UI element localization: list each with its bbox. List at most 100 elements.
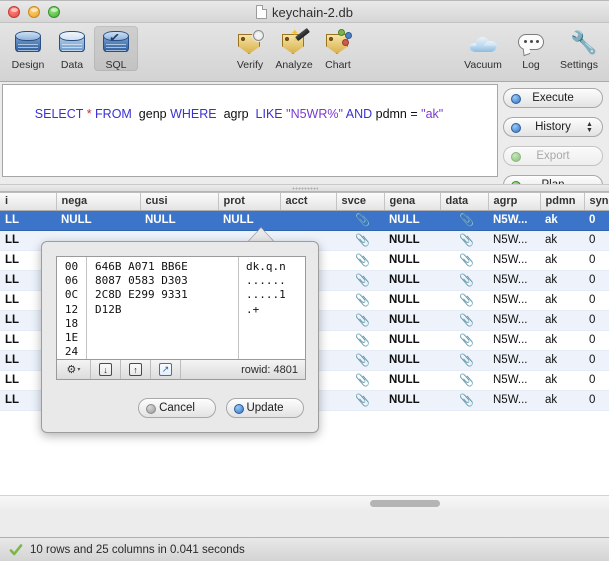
blob-clip-icon[interactable]: 📎	[336, 370, 384, 391]
table-cell[interactable]: ak	[540, 330, 584, 351]
blob-clip-icon[interactable]: 📎	[440, 250, 488, 271]
table-cell[interactable]: 0	[584, 290, 609, 311]
blob-clip-icon[interactable]: 📎	[336, 250, 384, 271]
export-button[interactable]: Export	[503, 146, 603, 166]
toolbar-item-design[interactable]: Design	[6, 26, 50, 71]
column-header-cusi[interactable]: cusi	[140, 193, 219, 211]
table-cell[interactable]: ak	[540, 310, 584, 331]
pane-splitter[interactable]	[0, 184, 609, 192]
table-cell[interactable]: ak	[540, 370, 584, 391]
table-cell[interactable]: N5W...	[488, 270, 540, 291]
table-cell[interactable]: N5W...	[488, 390, 540, 411]
table-cell[interactable]: N5W...	[488, 330, 540, 351]
column-header-pdmn[interactable]: pdmn	[540, 193, 585, 211]
blob-clip-icon[interactable]: 📎	[440, 310, 488, 331]
toolbar-item-log[interactable]: Log	[509, 26, 553, 71]
history-stepper-icon[interactable]: ▲ ▼	[585, 121, 594, 135]
cell-null[interactable]: NULL	[56, 210, 140, 231]
cell-null[interactable]: NULL	[384, 250, 440, 271]
column-header-nega[interactable]: nega	[56, 193, 141, 211]
table-cell[interactable]: ak	[540, 250, 584, 271]
hex-gear-menu-button[interactable]: ⚙ ▾	[57, 360, 91, 379]
blob-clip-icon[interactable]: 📎	[336, 350, 384, 371]
table-cell[interactable]: ak	[540, 270, 584, 291]
table-cell[interactable]: ak	[540, 230, 584, 251]
titlebar[interactable]: keychain-2.db	[0, 1, 609, 23]
blob-clip-icon[interactable]: 📎	[440, 270, 488, 291]
toolbar-item-data[interactable]: Data	[50, 26, 94, 71]
column-header-acct[interactable]: acct	[280, 193, 337, 211]
toolbar-item-chart[interactable]: Chart	[316, 26, 360, 71]
blob-clip-icon[interactable]: 📎	[336, 210, 384, 231]
table-cell[interactable]	[280, 210, 336, 231]
table-cell[interactable]: ak	[540, 350, 584, 371]
history-button[interactable]: History ▲ ▼	[503, 117, 603, 137]
table-cell[interactable]: N5W...	[488, 250, 540, 271]
hex-export-button[interactable]: ↑	[121, 360, 151, 379]
column-header-svce[interactable]: svce	[336, 193, 385, 211]
cell-null[interactable]: NULL	[384, 370, 440, 391]
toolbar-item-sql[interactable]: ✓ SQL	[94, 26, 138, 71]
update-button[interactable]: Update	[226, 398, 304, 418]
horizontal-scrollbar[interactable]	[0, 495, 609, 510]
table-cell[interactable]: 0	[584, 370, 609, 391]
blob-clip-icon[interactable]: 📎	[440, 290, 488, 311]
cell-null[interactable]: NULL	[384, 230, 440, 251]
table-cell[interactable]: ak	[540, 210, 584, 231]
column-header-sync[interactable]: sync	[584, 193, 609, 211]
blob-clip-icon[interactable]: 📎	[336, 230, 384, 251]
toolbar-item-settings[interactable]: 🔧 Settings	[553, 26, 605, 72]
hex-import-button[interactable]: ↓	[91, 360, 121, 379]
cell-null[interactable]: NULL	[218, 210, 280, 231]
blob-clip-icon[interactable]: 📎	[440, 390, 488, 411]
table-cell[interactable]: N5W...	[488, 210, 540, 231]
blob-clip-icon[interactable]: 📎	[336, 270, 384, 291]
blob-clip-icon[interactable]: 📎	[440, 370, 488, 391]
cell-null[interactable]: NULL	[140, 210, 218, 231]
blob-clip-icon[interactable]: 📎	[440, 210, 488, 231]
toolbar-item-verify[interactable]: Verify	[228, 26, 272, 71]
table-cell[interactable]: 0	[584, 310, 609, 331]
table-cell[interactable]: 0	[584, 270, 609, 291]
column-header-data[interactable]: data	[440, 193, 489, 211]
table-cell[interactable]: 0	[584, 230, 609, 251]
table-cell[interactable]: N5W...	[488, 370, 540, 391]
cell-null[interactable]: NULL	[384, 330, 440, 351]
blob-clip-icon[interactable]: 📎	[440, 330, 488, 351]
hex-open-external-button[interactable]: ↗	[151, 360, 181, 379]
blob-clip-icon[interactable]: 📎	[440, 350, 488, 371]
horizontal-scrollbar-thumb[interactable]	[370, 500, 440, 507]
table-row[interactable]: LL NULL NULL NULL 📎 NULL 📎 N5W... ak 0	[0, 210, 609, 231]
cell-null[interactable]: NULL	[384, 310, 440, 331]
table-cell[interactable]: ak	[540, 290, 584, 311]
hex-editor[interactable]: 00 06 0C 12 18 1E 24 646B A071 BB6E 8087…	[56, 256, 306, 360]
cell-null[interactable]: NULL	[384, 210, 440, 231]
column-header-agrp[interactable]: agrp	[488, 193, 541, 211]
table-cell[interactable]: N5W...	[488, 350, 540, 371]
table-cell[interactable]: ak	[540, 390, 584, 411]
table-cell[interactable]: LL	[0, 210, 56, 231]
table-cell[interactable]: N5W...	[488, 310, 540, 331]
table-cell[interactable]: 0	[584, 330, 609, 351]
cell-null[interactable]: NULL	[384, 390, 440, 411]
hex-bytes-column[interactable]: 646B A071 BB6E 8087 0583 D303 2C8D E299 …	[87, 257, 239, 359]
table-cell[interactable]: 0	[584, 250, 609, 271]
table-cell[interactable]: 0	[584, 210, 609, 231]
column-header-gena[interactable]: gena	[384, 193, 441, 211]
table-cell[interactable]: N5W...	[488, 290, 540, 311]
toolbar-item-vacuum[interactable]: Vacuum	[457, 26, 509, 71]
blob-clip-icon[interactable]: 📎	[336, 330, 384, 351]
blob-clip-icon[interactable]: 📎	[336, 390, 384, 411]
cell-null[interactable]: NULL	[384, 350, 440, 371]
column-header-i[interactable]: i	[0, 193, 57, 211]
blob-clip-icon[interactable]: 📎	[336, 290, 384, 311]
table-cell[interactable]: N5W...	[488, 230, 540, 251]
column-header-prot[interactable]: prot	[218, 193, 281, 211]
cell-null[interactable]: NULL	[384, 290, 440, 311]
execute-button[interactable]: Execute	[503, 88, 603, 108]
table-cell[interactable]: 0	[584, 390, 609, 411]
sql-input[interactable]: SELECT * FROM genp WHERE agrp LIKE "N5WR…	[2, 84, 498, 177]
blob-clip-icon[interactable]: 📎	[336, 310, 384, 331]
toolbar-item-analyze[interactable]: ✦ Analyze	[272, 26, 316, 71]
cell-null[interactable]: NULL	[384, 270, 440, 291]
